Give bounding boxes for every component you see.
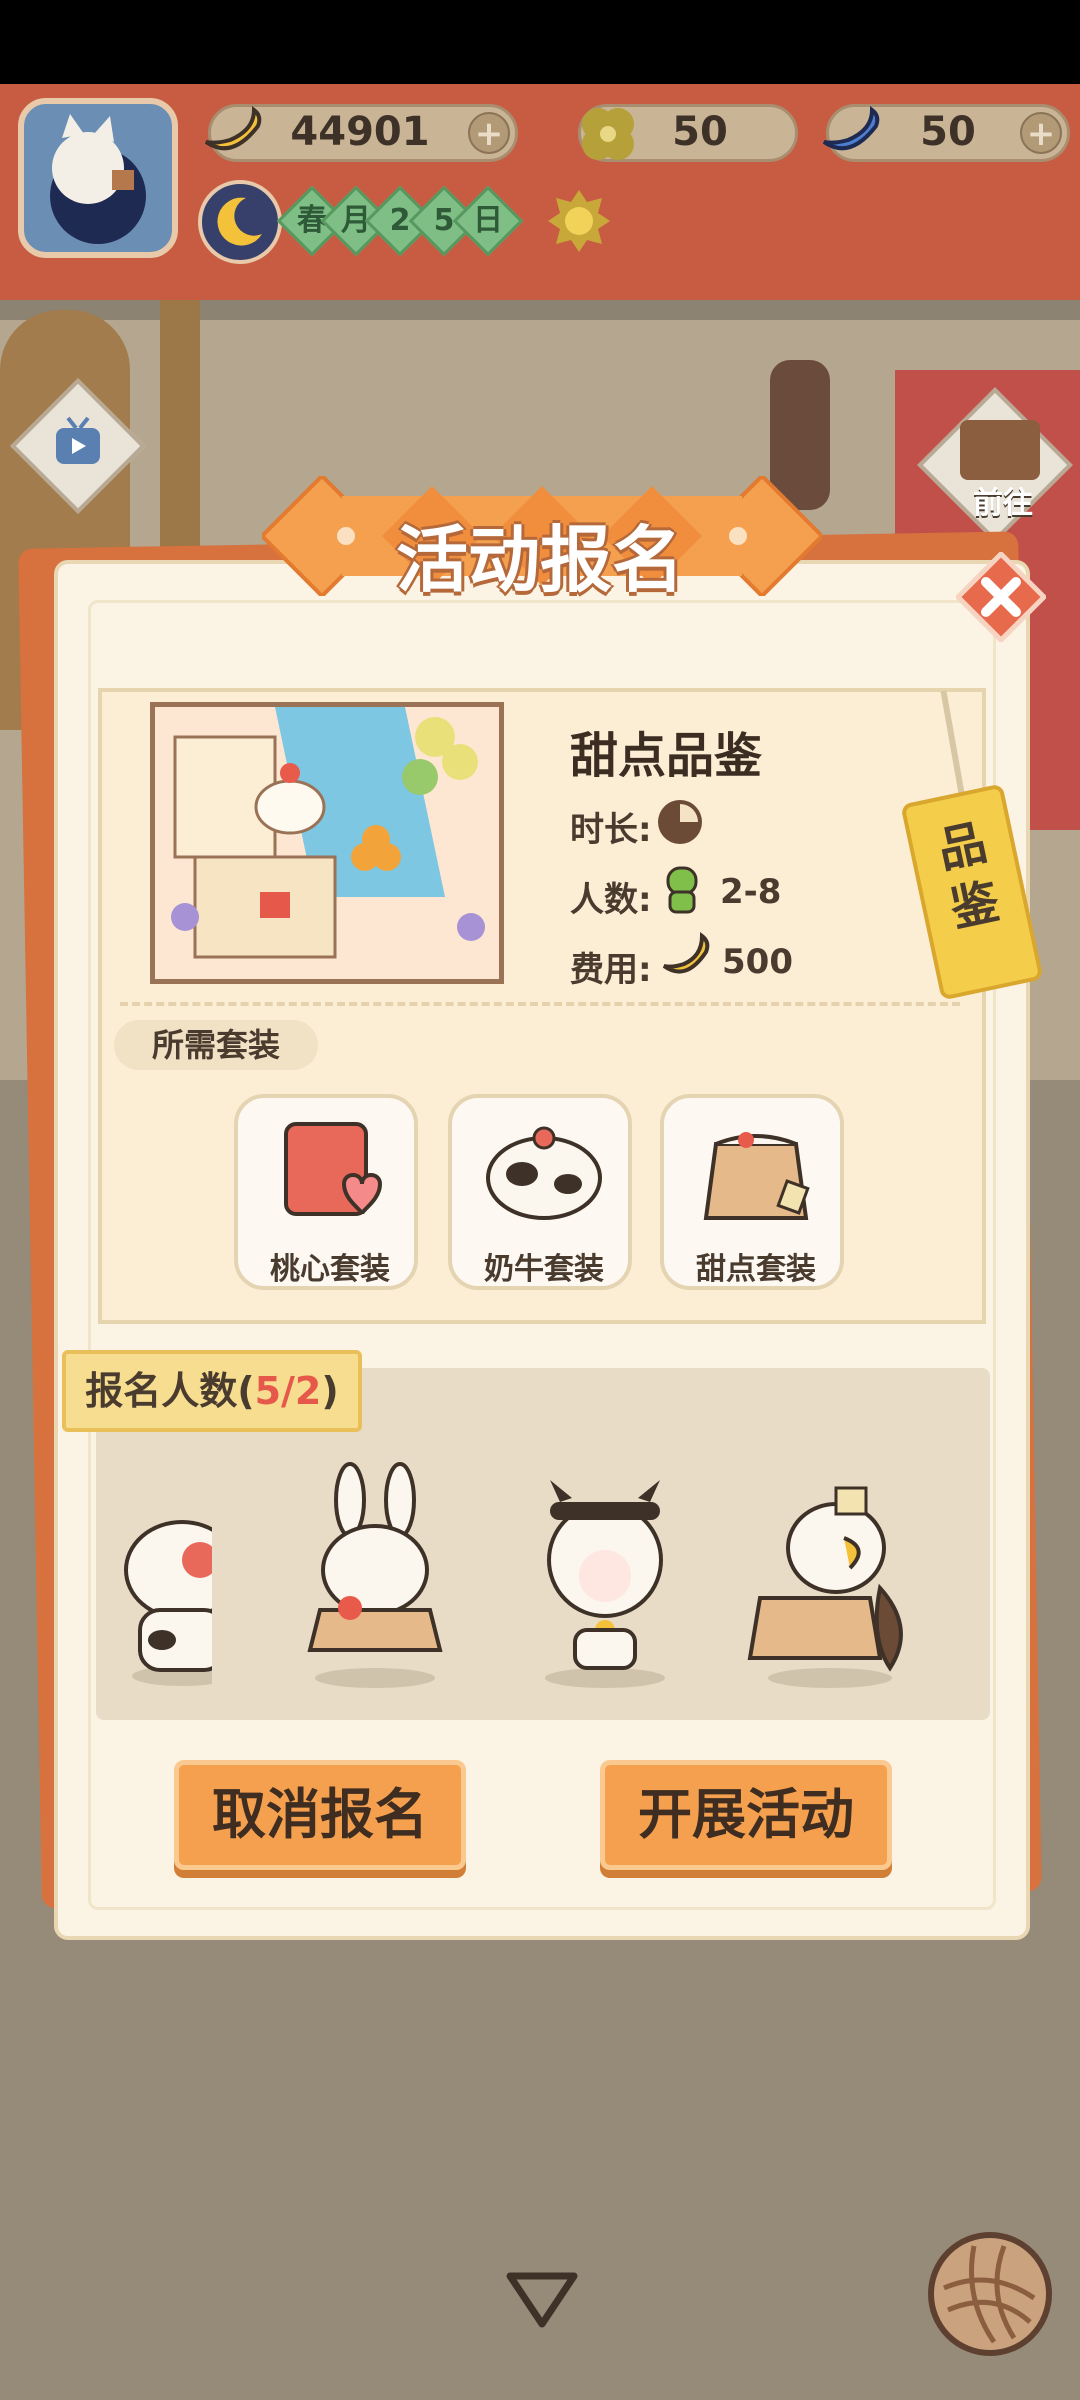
signup-prefix: 报名人数( xyxy=(85,1369,255,1413)
cake-costume-icon xyxy=(703,1132,810,1220)
activity-name: 甜点品鉴 xyxy=(570,728,763,784)
cow-costume-icon xyxy=(486,1126,602,1220)
start-activity-label: 开展活动 xyxy=(638,1783,854,1846)
activity-picture xyxy=(150,702,504,984)
moon-icon xyxy=(198,180,282,264)
duration-label: 时长: xyxy=(570,810,652,850)
suit-card-2[interactable]: 奶牛套装 xyxy=(448,1094,632,1290)
suit-label-1: 桃心套装 xyxy=(270,1252,390,1287)
participant-3[interactable] xyxy=(520,1480,690,1690)
participant-1[interactable] xyxy=(122,1490,212,1690)
close-button[interactable] xyxy=(956,552,1046,642)
board-icon xyxy=(960,420,1040,480)
modal-title: 活动报名 xyxy=(395,518,684,602)
banana-value: 44901 xyxy=(290,109,430,155)
cancel-signup-label: 取消报名 xyxy=(212,1783,428,1846)
signup-count: 5/2 xyxy=(254,1369,322,1413)
required-suits-label: 所需套装 xyxy=(114,1020,318,1070)
clock-icon xyxy=(654,796,706,848)
hud-scallop xyxy=(0,268,1080,293)
suit-label-3: 甜点套装 xyxy=(696,1252,816,1287)
blue-banana-value: 50 xyxy=(920,109,976,155)
card-divider xyxy=(120,1002,960,1006)
cost-label: 费用: xyxy=(570,950,652,990)
player-avatar[interactable] xyxy=(18,98,178,258)
goto-label: 前往 xyxy=(973,486,1033,521)
participant-2[interactable] xyxy=(290,1460,460,1690)
clover-value: 50 xyxy=(672,109,728,155)
people-value: 2-8 xyxy=(720,872,782,912)
category-tag-text: 品鉴 xyxy=(933,814,1005,939)
suit-label-2: 奶牛套装 xyxy=(484,1252,604,1287)
yarn-ball-button[interactable] xyxy=(928,2232,1052,2356)
cost-value: 500 xyxy=(722,942,793,982)
people-label: 人数: xyxy=(570,880,652,920)
status-bar xyxy=(0,0,1080,84)
yarn-icon xyxy=(943,2245,1036,2344)
suit-card-1[interactable]: 桃心套装 xyxy=(234,1094,418,1290)
banana-cost-icon xyxy=(658,928,714,988)
tv-icon xyxy=(52,416,104,474)
signup-count-label: 报名人数(5/2) xyxy=(62,1350,362,1432)
add-banana-button[interactable]: + xyxy=(468,112,510,154)
apron-heart-icon xyxy=(284,1122,383,1216)
person-icon xyxy=(660,864,704,916)
suit-card-3[interactable]: 甜点套装 xyxy=(660,1094,844,1290)
add-blue-banana-button[interactable]: + xyxy=(1020,112,1062,154)
date-day: 日 xyxy=(473,203,503,238)
sun-icon[interactable] xyxy=(546,188,612,254)
signup-suffix: ) xyxy=(321,1369,339,1413)
pillar xyxy=(160,300,200,560)
participant-4[interactable] xyxy=(740,1478,920,1690)
collapse-chevron-icon[interactable] xyxy=(506,2270,578,2330)
